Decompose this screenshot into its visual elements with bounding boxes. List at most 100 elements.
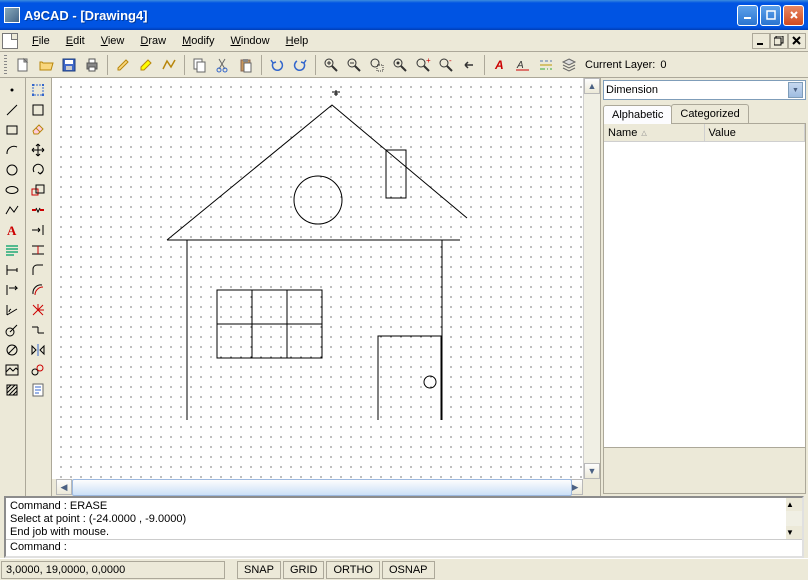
select-icon[interactable]: [27, 80, 49, 100]
properties-pane: Dimension ▼ Alphabetic Categorized Name△…: [600, 78, 808, 496]
linetype-icon[interactable]: [535, 54, 557, 76]
zoom-previous-icon[interactable]: [458, 54, 480, 76]
command-history[interactable]: Command : ERASE Select at point : (-24.0…: [6, 498, 802, 540]
coordinates-display: 3,0000, 19,0000, 0,0000: [1, 561, 225, 579]
image-tool-icon[interactable]: [1, 360, 23, 380]
hatch-tool-icon[interactable]: [1, 380, 23, 400]
rotate-icon[interactable]: [27, 160, 49, 180]
zoom-in-icon[interactable]: [320, 54, 342, 76]
menu-view[interactable]: View: [93, 33, 133, 49]
close-button[interactable]: [783, 5, 804, 26]
scroll-down-icon[interactable]: ▼: [584, 463, 600, 479]
open-icon[interactable]: [35, 54, 57, 76]
tab-alphabetic[interactable]: Alphabetic: [603, 105, 672, 124]
mdi-close-button[interactable]: [788, 33, 806, 49]
cmd-scroll-up-icon[interactable]: ▲: [786, 498, 802, 511]
explode-icon[interactable]: [27, 300, 49, 320]
grid-toggle[interactable]: GRID: [283, 561, 325, 579]
mirror-icon[interactable]: [27, 340, 49, 360]
current-layer-value: 0: [660, 59, 666, 71]
dim-linear-icon[interactable]: [1, 260, 23, 280]
save-icon[interactable]: [58, 54, 80, 76]
trim-icon[interactable]: [27, 240, 49, 260]
scroll-left-icon[interactable]: ◀: [56, 479, 72, 495]
join-icon[interactable]: [27, 320, 49, 340]
osnap-toggle[interactable]: OSNAP: [382, 561, 435, 579]
pencil-tool-icon[interactable]: [112, 54, 134, 76]
dim-style-icon[interactable]: A: [512, 54, 534, 76]
mdi-restore-button[interactable]: [770, 33, 788, 49]
svg-text:+: +: [426, 57, 431, 65]
menu-window[interactable]: Window: [222, 33, 277, 49]
mtext-tool-icon[interactable]: [1, 240, 23, 260]
dim-aligned-icon[interactable]: [1, 280, 23, 300]
menu-help[interactable]: Help: [278, 33, 317, 49]
col-name[interactable]: Name△: [604, 124, 705, 141]
chevron-down-icon[interactable]: ▼: [788, 82, 803, 98]
mdi-minimize-button[interactable]: [752, 33, 770, 49]
object-type-combo[interactable]: Dimension ▼: [603, 80, 806, 100]
menu-modify[interactable]: Modify: [174, 33, 222, 49]
zoom-realtime-out-icon[interactable]: -: [435, 54, 457, 76]
zoom-extents-icon[interactable]: [389, 54, 411, 76]
offset-icon[interactable]: [27, 280, 49, 300]
erase-icon[interactable]: [27, 120, 49, 140]
hscroll-thumb[interactable]: [72, 479, 572, 496]
snap-toggle[interactable]: SNAP: [237, 561, 281, 579]
select-window-icon[interactable]: [27, 100, 49, 120]
highlight-tool-icon[interactable]: [135, 54, 157, 76]
properties-icon[interactable]: [27, 380, 49, 400]
tab-categorized[interactable]: Categorized: [671, 104, 748, 123]
col-value[interactable]: Value: [705, 124, 806, 141]
circle-tool-icon[interactable]: [1, 160, 23, 180]
scroll-up-icon[interactable]: ▲: [584, 78, 600, 94]
maximize-button[interactable]: [760, 5, 781, 26]
break-icon[interactable]: [27, 200, 49, 220]
move-icon[interactable]: [27, 140, 49, 160]
menu-draw[interactable]: Draw: [132, 33, 174, 49]
fillet-icon[interactable]: [27, 260, 49, 280]
cut-icon[interactable]: [212, 54, 234, 76]
copy-tool-icon[interactable]: [27, 360, 49, 380]
combo-value: Dimension: [606, 84, 788, 96]
undo-icon[interactable]: [266, 54, 288, 76]
drawing-canvas[interactable]: [52, 78, 583, 479]
zoom-out-icon[interactable]: [343, 54, 365, 76]
drawing-house: [162, 90, 512, 420]
redo-icon[interactable]: [289, 54, 311, 76]
minimize-button[interactable]: [737, 5, 758, 26]
app-icon: [4, 7, 20, 23]
menu-edit[interactable]: Edit: [58, 33, 93, 49]
point-tool-icon[interactable]: [1, 80, 23, 100]
text-tool-icon[interactable]: A: [1, 220, 23, 240]
ortho-toggle[interactable]: ORTHO: [326, 561, 380, 579]
menu-file[interactable]: File: [24, 33, 58, 49]
property-grid[interactable]: Name△ Value: [603, 123, 806, 494]
copy-icon[interactable]: [189, 54, 211, 76]
command-input[interactable]: Command :: [6, 540, 802, 556]
arc-tool-icon[interactable]: [1, 140, 23, 160]
paste-icon[interactable]: [235, 54, 257, 76]
dim-diameter-icon[interactable]: [1, 340, 23, 360]
polyline-icon[interactable]: [158, 54, 180, 76]
toolbar-grip[interactable]: [4, 55, 7, 75]
polyline-tool-icon[interactable]: [1, 200, 23, 220]
canvas-hscroll[interactable]: ◀ ▶: [56, 479, 583, 496]
rectangle-tool-icon[interactable]: [1, 120, 23, 140]
zoom-window-icon[interactable]: [366, 54, 388, 76]
new-icon[interactable]: [12, 54, 34, 76]
text-style-a-icon[interactable]: A: [489, 54, 511, 76]
line-tool-icon[interactable]: [1, 100, 23, 120]
print-icon[interactable]: [81, 54, 103, 76]
document-icon: [2, 33, 18, 49]
cmd-scroll-down-icon[interactable]: ▼: [786, 526, 802, 539]
scale-icon[interactable]: [27, 180, 49, 200]
layer-icon[interactable]: [558, 54, 580, 76]
canvas-vscroll[interactable]: ▲ ▼: [583, 78, 600, 479]
zoom-realtime-in-icon[interactable]: +: [412, 54, 434, 76]
dim-radius-icon[interactable]: [1, 320, 23, 340]
dim-angular-icon[interactable]: [1, 300, 23, 320]
extend-icon[interactable]: [27, 220, 49, 240]
ellipse-tool-icon[interactable]: [1, 180, 23, 200]
titlebar: A9CAD - [Drawing4]: [0, 0, 808, 30]
